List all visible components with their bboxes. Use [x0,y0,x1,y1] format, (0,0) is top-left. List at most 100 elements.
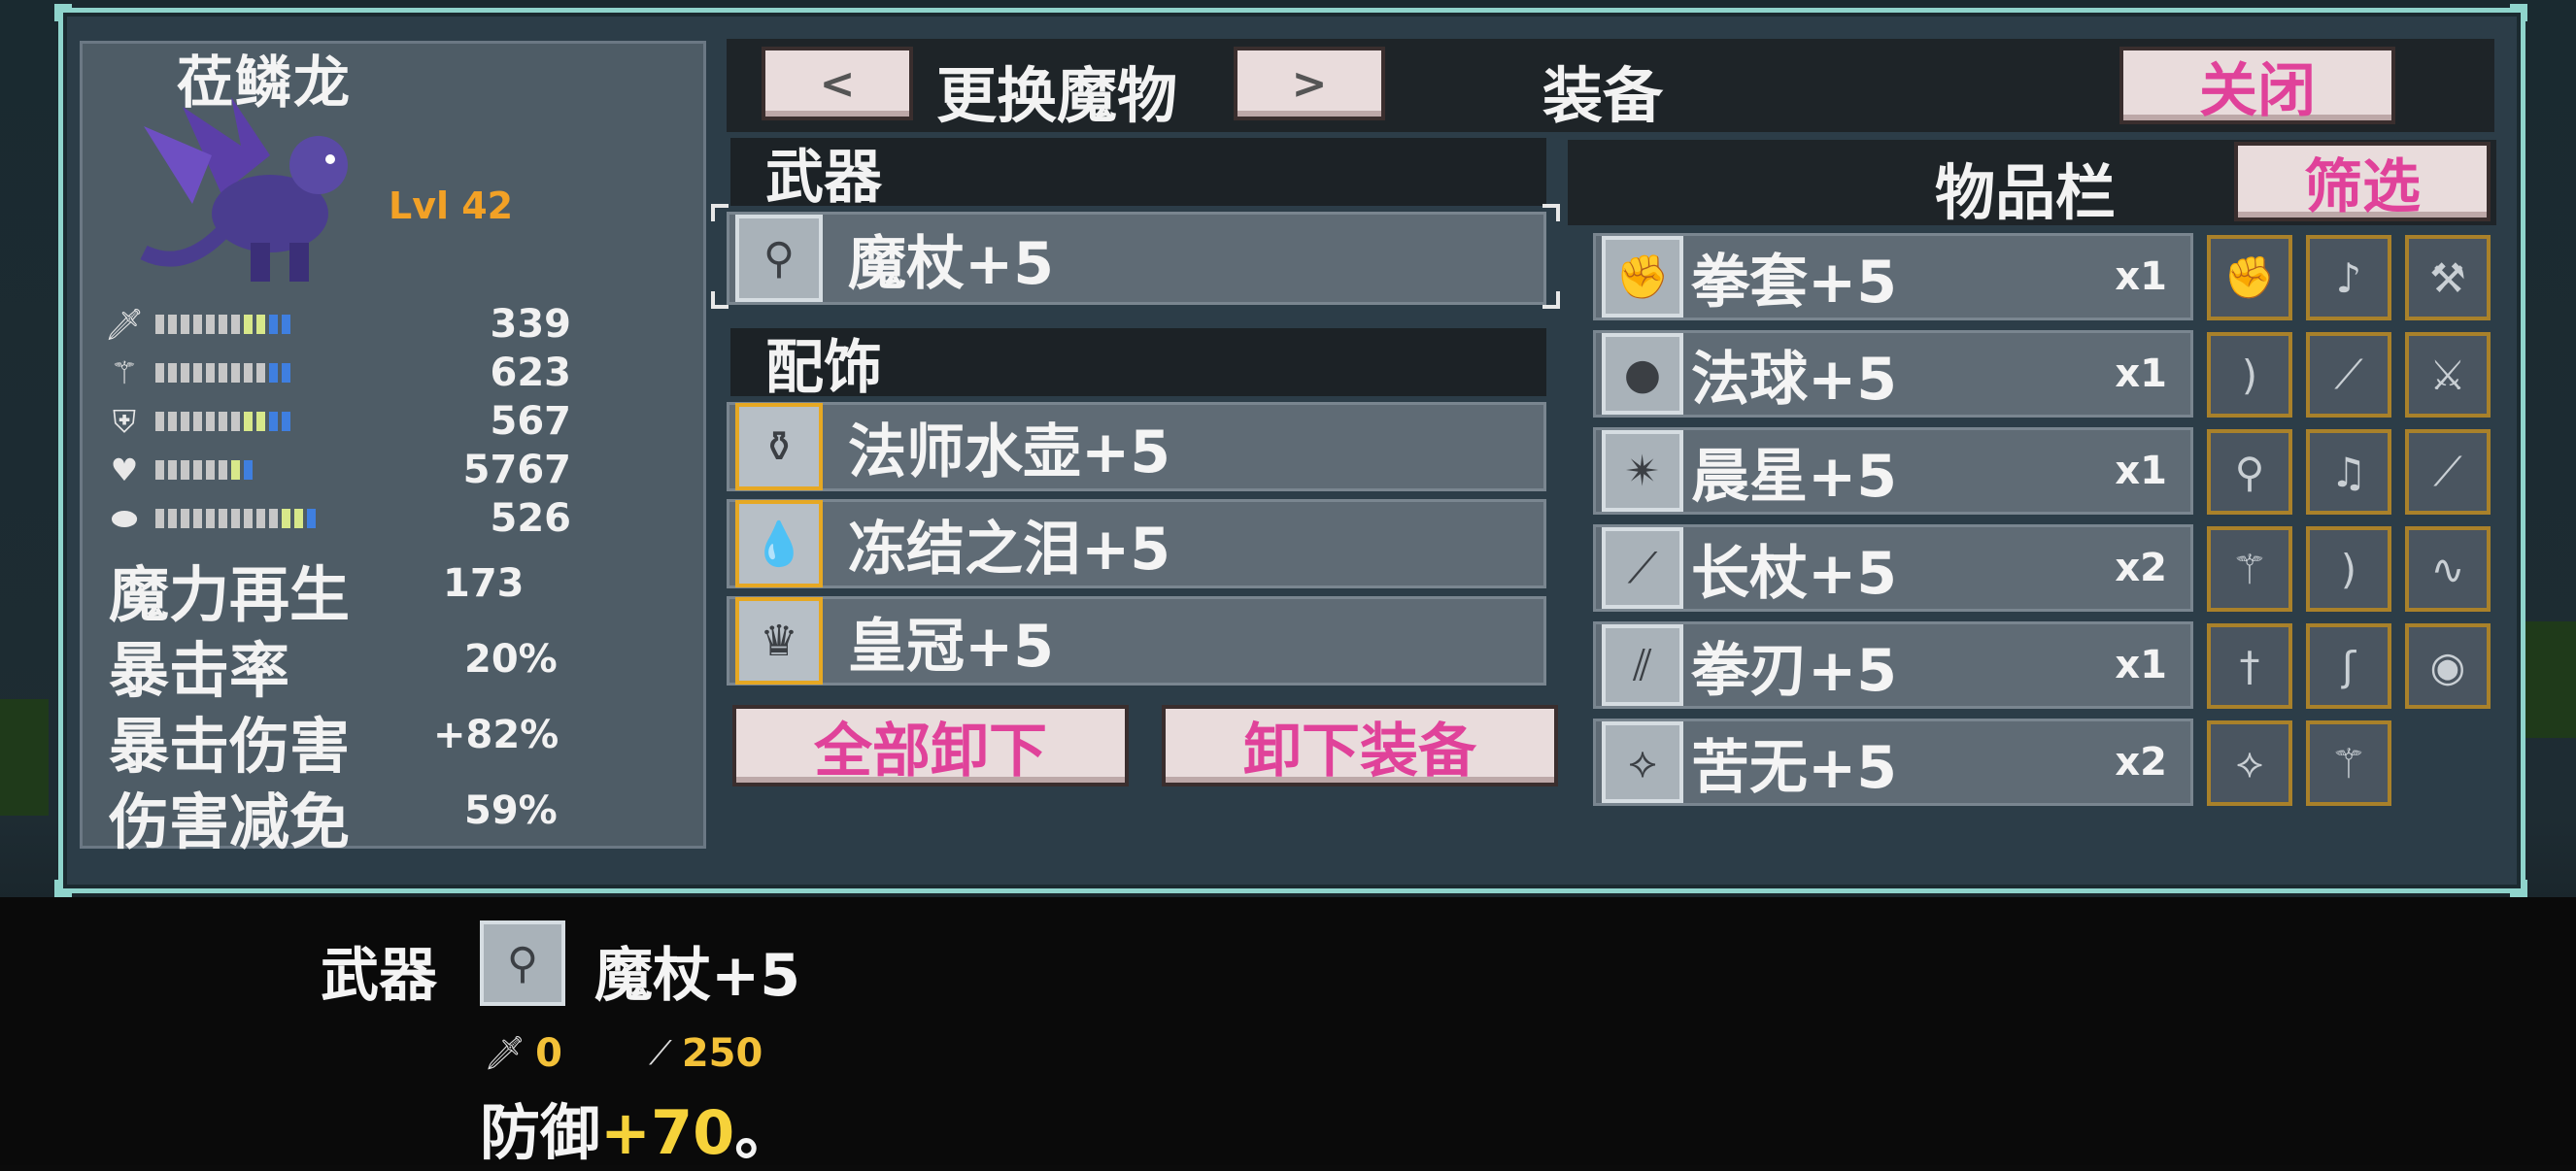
wand-icon: ⚲ [480,920,565,1006]
mana-regen-value: 173 [443,561,525,606]
stat-row-defense: ⛨ 567 [105,399,572,444]
wand-icon: ⚲ [735,215,823,302]
accessory-section-header: 配饰 [730,328,1546,402]
inventory-title: 物品栏 [1935,157,2117,228]
heart-icon: ♥ [110,452,139,488]
stat-bar [155,412,290,431]
gauntlet-icon[interactable]: ✊ [2207,235,2292,320]
scythe-icon[interactable]: ⟋ [2405,429,2491,515]
selection-corner [1542,291,1560,309]
inventory-item-label: 晨星+5 [1691,442,1898,511]
tooltip-stat-magic: ⟋ 250 [649,1031,763,1076]
crit-damage-value: +82% [433,713,559,757]
inventory-item-qty: x1 [2115,643,2167,687]
filter-button[interactable]: 筛选 [2234,142,2491,221]
mace-icon[interactable]: ⚲ [2207,429,2292,515]
hammer-icon[interactable]: ⚒ [2405,235,2491,320]
crit-damage-label: 暴击伤害 [109,711,351,782]
tooltip-slot-label: 武器 [321,942,437,1010]
inventory-item[interactable]: ✴ 晨星+5 x1 [1593,427,2193,515]
tooltip-stat-attack: 🗡 0 [484,1031,562,1076]
stat-bar [155,363,290,383]
harp-icon[interactable]: ♫ [2306,429,2391,515]
trident-icon[interactable]: ⚚ [2207,526,2292,612]
potion-flask-icon: ⚱ [735,403,823,490]
stat-row-magic: ⚚ 623 [105,351,571,395]
crown-icon: ♛ [735,597,823,685]
selection-corner [1542,204,1560,221]
inventory-item-qty: x1 [2115,449,2167,493]
whip-icon[interactable]: ∿ [2405,526,2491,612]
unequip-button[interactable]: 卸下装备 [1162,705,1558,786]
base-stats: 🗡 339 ⚚ 623 ⛨ 567 ♥ 5767 ⬬ 526 [104,302,572,541]
tooltip-attack-value: 0 [535,1031,563,1076]
frame-corner [54,880,72,897]
bow-icon[interactable]: ) [2306,526,2391,612]
accessory-slot-2[interactable]: 💧 冻结之泪+5 [727,499,1546,588]
hook-icon[interactable]: ʃ [2306,623,2391,709]
inventory-item[interactable]: ⫽ 拳刃+5 x1 [1593,621,2193,709]
equipment-title: 装备 [1542,60,1664,131]
tooltip-effect: 防御+70。 [480,1084,795,1171]
stat-value: 5767 [462,448,571,492]
stat-value: 526 [490,496,572,541]
inventory-item-qty: x1 [2115,254,2167,299]
mana-regen-label: 魔力再生 [109,559,351,630]
shield-icon: ⛨ [112,402,136,440]
inventory-item-qty: x2 [2115,740,2167,785]
accessory-slot-label: 法师水壶+5 [848,418,1171,486]
sword-icon[interactable]: ⚔ [2405,332,2491,418]
inventory-item-label: 拳套+5 [1691,248,1898,317]
frame-corner [2510,880,2527,897]
prev-monster-button[interactable]: < [762,47,913,120]
dagger-icon[interactable]: † [2207,623,2292,709]
shield-round-icon[interactable]: ◉ [2405,623,2491,709]
kunai-icon: ⟡ [1602,721,1683,803]
tooltip-item-name: 魔杖+5 [594,942,801,1010]
stat-row-health: ♥ 5767 [105,448,571,492]
bow-icon[interactable]: ) [2207,332,2292,418]
weapon-section-header: 武器 [730,138,1546,212]
inventory-item-qty: x2 [2115,546,2167,590]
staff-icon: ⚚ [110,354,139,391]
background-foliage [2525,621,2576,738]
unequip-all-button[interactable]: 全部卸下 [732,705,1129,786]
inventory-item-label: 拳刃+5 [1691,636,1898,705]
stat-bar [155,460,253,480]
frame-corner [2510,4,2527,21]
tooltip-magic-value: 250 [681,1031,763,1076]
stat-value: 567 [490,399,572,444]
sword-icon: 🗡 [104,306,145,343]
inventory-item-label: 法球+5 [1691,345,1898,414]
morning-star-icon: ✴ [1602,430,1683,512]
close-button[interactable]: 关闭 [2119,47,2395,125]
frame-corner [54,4,72,21]
background-foliage [0,699,49,816]
crit-rate-label: 暴击率 [109,635,290,706]
fist-blade-icon: ⫽ [1602,624,1683,706]
accessory-slot-label: 皇冠+5 [848,612,1055,681]
stat-bar [155,509,316,528]
stat-row-mana: ⬬ 526 [105,496,572,541]
dragon-icon [140,97,348,282]
kunai-icon[interactable]: ⟡ [2207,720,2292,806]
stat-row-attack: 🗡 339 [104,302,571,347]
tooltip-effect-value: +70 [600,1097,735,1168]
inventory-item[interactable]: ⟋ 长杖+5 x2 [1593,524,2193,612]
mana-drop-icon: ⬬ [111,499,138,537]
accessory-slot-1[interactable]: ⚱ 法师水壶+5 [727,402,1546,491]
inventory-item[interactable]: ● 法球+5 x1 [1593,330,2193,418]
crit-rate-value: 20% [464,637,558,682]
accessory-slot-3[interactable]: ♛ 皇冠+5 [727,596,1546,686]
blade-icon[interactable]: ⟋ [2306,332,2391,418]
next-monster-button[interactable]: > [1234,47,1385,120]
accessory-slot-label: 冻结之泪+5 [848,515,1171,584]
trident-icon[interactable]: ⚚ [2306,720,2391,806]
change-monster-label: 更换魔物 [936,60,1178,131]
inventory-item[interactable]: ✊ 拳套+5 x1 [1593,233,2193,320]
lute-icon[interactable]: ♪ [2306,235,2391,320]
sword-icon: 🗡 [484,1034,526,1073]
weapon-slot[interactable]: ⚲ 魔杖+5 [727,212,1546,305]
inventory-item[interactable]: ⟡ 苦无+5 x2 [1593,719,2193,806]
damage-reduction-value: 59% [464,788,558,833]
